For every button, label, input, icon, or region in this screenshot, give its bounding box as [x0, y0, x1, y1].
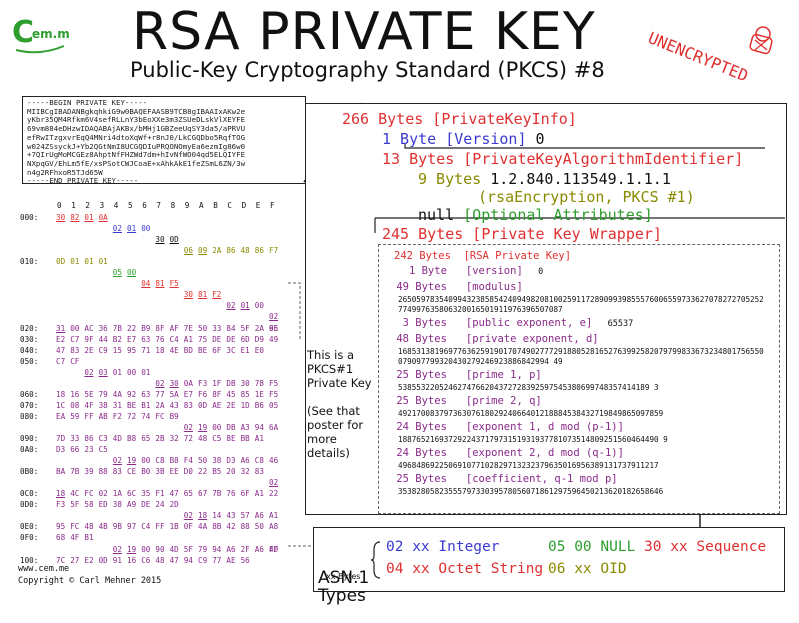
rsa-field-label: [modulus]	[446, 281, 523, 293]
rsa-field: 24 Bytes [exponent 2, d mod (q-1)]	[390, 447, 624, 459]
legend-code: 30 xx	[644, 539, 697, 555]
rsa-field-value: 65537	[592, 319, 634, 329]
asn-private-key-wrapper: 245 Bytes [Private Key Wrapper]	[382, 225, 662, 243]
note-line: PKCS#1	[307, 362, 354, 376]
rsa-field: 3 Bytes [public exponent, e] 65537	[390, 317, 634, 329]
rsa-field-label: [exponent 1, d mod (p-1)]	[446, 421, 624, 433]
rsa-field-label: [public exponent, e]	[446, 317, 593, 329]
asn-null: null [Optional Attributes]	[418, 206, 653, 224]
legend-code: 04 xx	[386, 561, 439, 577]
rsa-field-label: [exponent 2, d mod (q-1)]	[446, 447, 624, 459]
asn-types-legend	[313, 527, 785, 592]
note-line	[307, 390, 377, 404]
legend-code: 05 00	[548, 539, 601, 555]
legend-item: 04 xx Octet String	[386, 561, 543, 577]
footer-copyright: Copyright © Carl Mehner 2015	[18, 576, 162, 586]
rsa-field-bytes: 49 Bytes	[390, 281, 447, 293]
legend-label: Sequence	[696, 539, 767, 555]
note-line: This is a	[307, 348, 355, 362]
asn-oid-bytes: 9 Bytes	[418, 170, 482, 188]
rsa-field-bytes: 48 Bytes	[390, 333, 447, 345]
legend-item: 02 xx Integer	[386, 539, 500, 555]
asn-null-label: null	[418, 206, 455, 224]
legend-code: 06 xx	[548, 561, 601, 577]
rsa-field-bytes: 25 Bytes	[390, 395, 447, 407]
rsa-field-value: 5385532205246274766204372728392597545380…	[398, 383, 659, 392]
rsa-field-value: 0	[522, 267, 544, 277]
rsa-field-label: [version]	[446, 265, 523, 277]
legend-label: Integer	[438, 539, 500, 555]
rsa-field-value: 1685313819697763625919017074902777291880…	[398, 347, 764, 366]
rsa-field-label: [private exponent, d]	[446, 333, 599, 345]
note-line: poster for	[307, 418, 364, 432]
asn-optional-attributes: [Optional Attributes]	[463, 206, 653, 224]
rsa-field-value: 4921700837973630761802924066401218884538…	[398, 409, 664, 418]
footer-url: www.cem.me	[18, 564, 70, 574]
rsa-field-label: [prime 2, q]	[446, 395, 542, 407]
rsa-field-bytes: 3 Bytes	[390, 317, 447, 329]
rsa-key-header: 242 Bytes [RSA Private Key]	[394, 250, 572, 262]
legend-brace-icon	[370, 541, 381, 579]
rsa-field-label: [coefficient, q-1 mod p]	[446, 473, 618, 485]
rsa-field-bytes: 24 Bytes	[390, 447, 447, 459]
rsa-field-value: 4968486922506910771028297132323796350169…	[398, 461, 659, 470]
asn-algorithm-identifier: 13 Bytes [PrivateKeyAlgorithmIdentifier]	[382, 150, 744, 168]
rsa-field: 24 Bytes [exponent 1, d mod (p-1)]	[390, 421, 624, 433]
legend-label: OID	[600, 561, 627, 577]
note-line: (See that	[307, 404, 360, 418]
rsa-field: 25 Bytes [prime 1, p]	[390, 369, 542, 381]
rsa-field-bytes: 25 Bytes	[390, 473, 447, 485]
asn-oid-value: 1.2.840.113549.1.1.1	[490, 170, 671, 188]
rsa-field: 49 Bytes [modulus]	[390, 281, 523, 293]
pkcs1-note: This is a PKCS#1 Private Key (See that post…	[307, 348, 377, 460]
legend-item: 30 xx Sequence	[644, 539, 766, 555]
rsa-field-value: 1887652169372922437179731519319377810735…	[398, 435, 668, 444]
rsa-field: 25 Bytes [coefficient, q-1 mod p]	[390, 473, 618, 485]
footer: www.cem.me Copyright © Carl Mehner 2015	[18, 563, 161, 587]
asn-private-key-info: 266 Bytes [PrivateKeyInfo]	[342, 110, 577, 128]
rsa-field-bytes: 25 Bytes	[390, 369, 447, 381]
rsa-field-bytes: 1 Byte	[390, 265, 447, 277]
asn-version: 1 Byte [Version] 0	[382, 130, 545, 148]
legend-label: NULL	[600, 539, 636, 555]
legend-xx-bytes: xx Bytes	[326, 572, 361, 581]
legend-item: 05 00 NULL	[548, 539, 635, 555]
rsa-field: 1 Byte [version] 0	[390, 265, 543, 277]
asn-oid-name: (rsaEncryption, PKCS #1)	[478, 188, 695, 206]
note-line: more details)	[307, 432, 350, 460]
rsa-field-value: 2650597835409943238585424094982081002591…	[398, 295, 764, 314]
legend-item: 06 xx OID	[548, 561, 627, 577]
rsa-field: 48 Bytes [private exponent, d]	[390, 333, 599, 345]
rsa-field-label: [prime 1, p]	[446, 369, 542, 381]
asn-version-value: 0	[535, 130, 545, 148]
note-line: Private Key	[307, 376, 372, 390]
rsa-field-value: 3538280582355579733039578056071861297596…	[398, 487, 664, 496]
legend-label: Octet String	[438, 561, 544, 577]
rsa-field: 25 Bytes [prime 2, q]	[390, 395, 542, 407]
legend-code: 02 xx	[386, 539, 439, 555]
asn-version-label: 1 Byte [Version]	[382, 130, 527, 148]
asn-oid: 9 Bytes 1.2.840.113549.1.1.1	[418, 170, 671, 188]
rsa-field-bytes: 24 Bytes	[390, 421, 447, 433]
